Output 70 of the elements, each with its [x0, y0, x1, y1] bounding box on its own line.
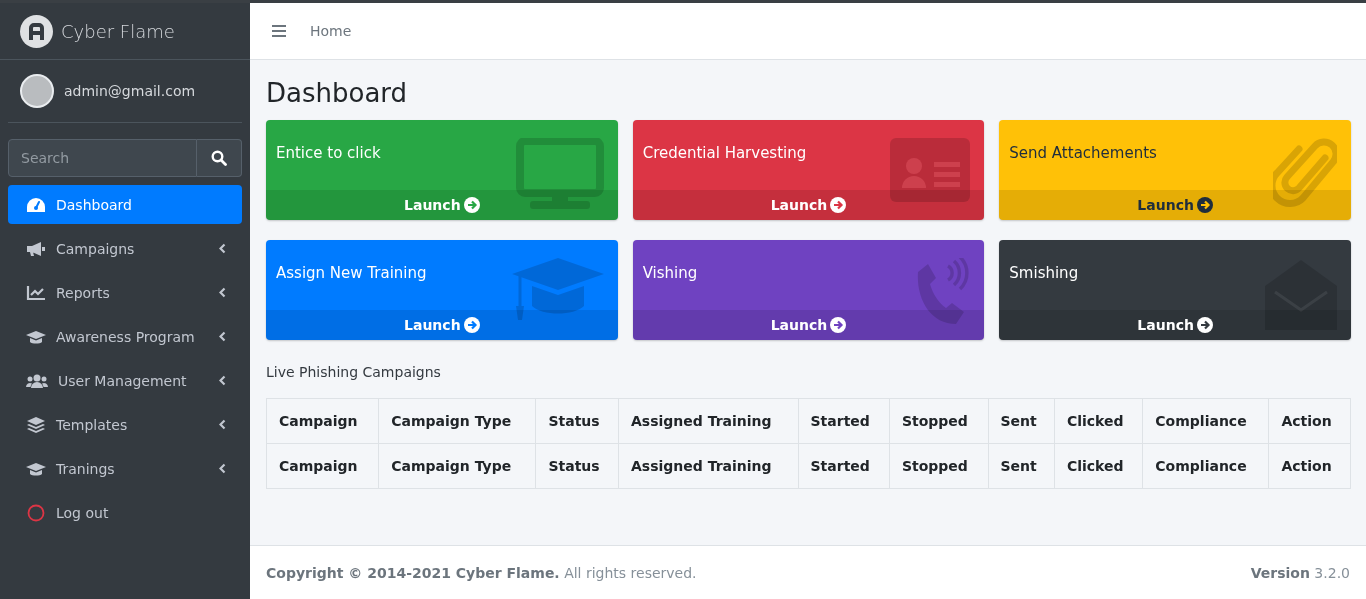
- users-icon: [26, 372, 48, 389]
- launch-link[interactable]: Launch: [266, 310, 618, 340]
- id-card-icon: [890, 138, 971, 202]
- launch-link[interactable]: Launch: [632, 310, 985, 340]
- graduation-cap-icon: [26, 460, 46, 477]
- layers-icon: [26, 416, 46, 433]
- arrow-circle-icon: [1196, 317, 1213, 333]
- nav-item[interactable]: Templates: [8, 405, 242, 444]
- nav-item[interactable]: Campaigns: [8, 229, 242, 268]
- home-link[interactable]: Home: [310, 23, 352, 39]
- arrow-circle-icon: [830, 317, 847, 333]
- column-header: Action: [1268, 398, 1351, 444]
- column-header: Clicked: [1054, 443, 1143, 489]
- column-header: Sent: [988, 398, 1055, 444]
- launch-link[interactable]: Launch: [266, 190, 618, 220]
- column-header: Compliance: [1142, 398, 1269, 444]
- column-header: Action: [1268, 443, 1351, 489]
- column-header: Status: [535, 443, 619, 489]
- arrow-circle-icon: [830, 197, 847, 213]
- nav-item[interactable]: User Management: [8, 361, 242, 400]
- nav-item[interactable]: Tranings: [8, 449, 242, 488]
- arrow-circle-icon: [463, 317, 480, 333]
- column-header: Campaign: [266, 443, 379, 489]
- arrow-circle-icon: [1196, 197, 1213, 213]
- monitor-icon: [515, 138, 604, 210]
- line-chart-icon: [26, 284, 46, 301]
- column-header: Stopped: [889, 443, 988, 489]
- column-header: Campaign: [266, 398, 379, 444]
- nav-item[interactable]: Reports: [8, 273, 242, 312]
- search-icon: [211, 150, 227, 166]
- search-button[interactable]: [197, 139, 242, 177]
- card-title: Smishing: [1009, 264, 1079, 282]
- column-header: Campaign Type: [378, 443, 536, 489]
- user-avatar: [20, 74, 54, 108]
- nav-item[interactable]: Dashboard: [8, 185, 242, 224]
- card-title: Credential Harvesting: [642, 144, 807, 162]
- nav-item[interactable]: Log out: [8, 493, 242, 532]
- graduation-cap-icon: [26, 328, 46, 345]
- search-field[interactable]: Search: [8, 139, 197, 177]
- circle-icon: [26, 503, 46, 522]
- column-header: Status: [535, 398, 619, 444]
- column-header: Started: [798, 443, 890, 489]
- launch-link[interactable]: Launch: [632, 190, 985, 220]
- page-title: Dashboard: [266, 78, 409, 108]
- column-header: Assigned Training: [618, 443, 798, 489]
- megaphone-icon: [26, 240, 46, 257]
- column-header: Clicked: [1054, 398, 1143, 444]
- nav-item[interactable]: Awareness Program: [8, 317, 242, 356]
- graduation-cap-icon: [511, 258, 604, 322]
- column-header: Started: [798, 398, 890, 444]
- logo-icon: [20, 14, 53, 48]
- brand-name[interactable]: Cyber Flame: [61, 20, 175, 42]
- table-title: Live Phishing Campaigns: [266, 364, 442, 380]
- column-header: Sent: [988, 443, 1055, 489]
- paperclip-icon: [1273, 138, 1337, 210]
- column-header: Assigned Training: [618, 398, 798, 444]
- column-header: Campaign Type: [378, 398, 536, 444]
- copyright-text: Copyright © 2014-2021 Cyber Flame. All rights reserved.: [266, 564, 697, 581]
- column-header: Compliance: [1142, 443, 1269, 489]
- user-name[interactable]: admin@gmail.com: [64, 83, 196, 99]
- column-header: Stopped: [889, 398, 988, 444]
- card-title: Entice to click: [276, 144, 381, 162]
- version-text: Version 3.2.0: [1250, 564, 1350, 581]
- arrow-circle-icon: [463, 197, 480, 213]
- card-title: Vishing: [642, 264, 698, 282]
- dashboard-gauge-icon: [26, 196, 46, 213]
- menu-icon[interactable]: [272, 25, 286, 37]
- card-title: Send Attachements: [1009, 144, 1157, 162]
- launch-link[interactable]: Launch: [999, 190, 1351, 220]
- card-title: Assign New Training: [276, 264, 427, 282]
